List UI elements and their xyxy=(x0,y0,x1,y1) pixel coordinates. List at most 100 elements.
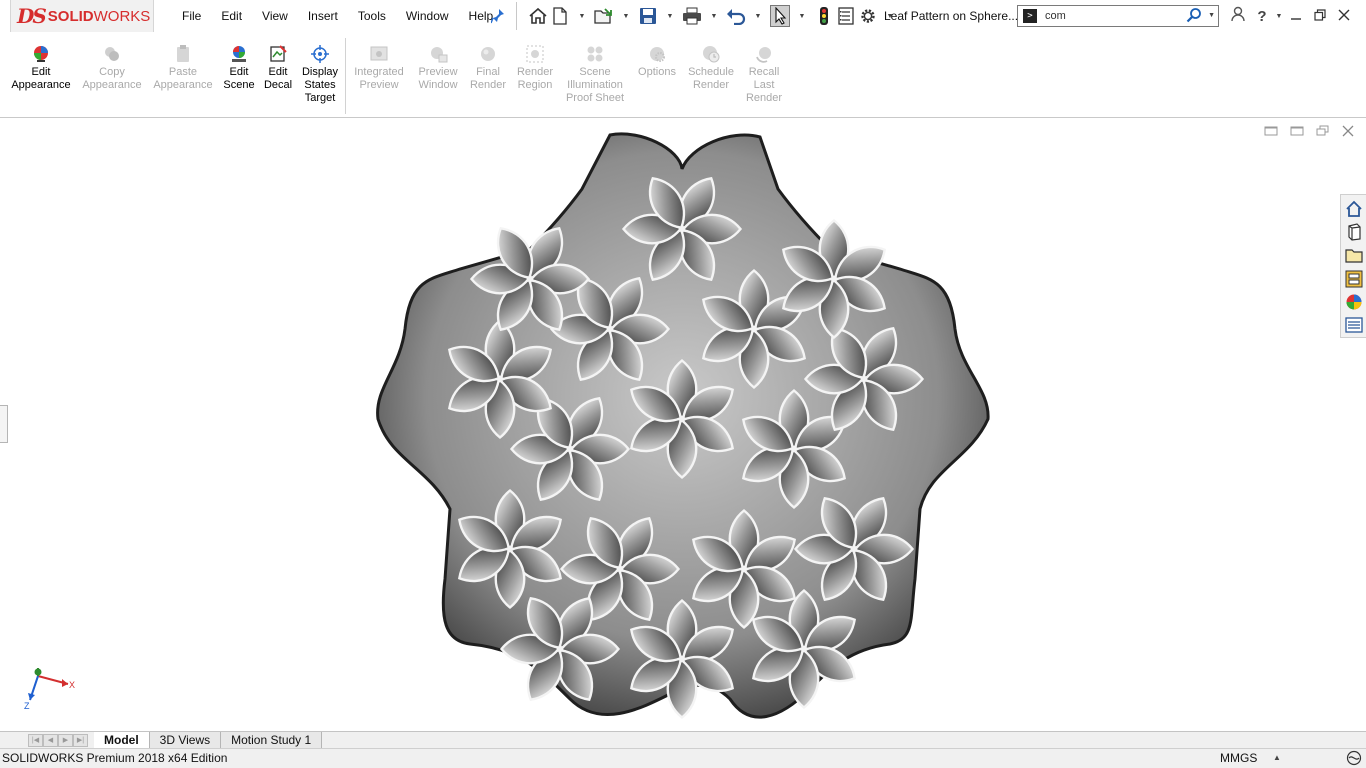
display-states-target-button[interactable]: Display States Target xyxy=(298,44,342,105)
design-library-icon[interactable] xyxy=(1343,221,1365,242)
save-icon[interactable] xyxy=(638,5,658,27)
viewport-close-icon[interactable] xyxy=(1342,125,1354,140)
restore-icon[interactable] xyxy=(1308,8,1332,25)
chevron-down-icon[interactable]: ▼ xyxy=(616,5,636,27)
select-icon[interactable] xyxy=(770,5,790,27)
chevron-down-icon[interactable]: ▼ xyxy=(1274,13,1284,20)
appearances-scenes-decals-icon[interactable] xyxy=(1343,291,1365,312)
quick-access-toolbar: ▼ ▼ ▼ ▼ ▼ ▼ ▼ xyxy=(528,4,900,28)
task-pane xyxy=(1340,194,1366,338)
schedule-render-icon xyxy=(701,44,721,64)
preview-window-icon xyxy=(428,44,448,64)
last-tab-icon[interactable]: ▶| xyxy=(73,734,88,747)
copy-appearance-button: Copy Appearance xyxy=(80,44,144,92)
target-icon xyxy=(310,44,330,64)
help-icon[interactable]: ? xyxy=(1250,8,1274,25)
menu-window[interactable]: Window xyxy=(396,0,459,32)
menu-bar: File Edit View Insert Tools Window Help xyxy=(172,0,503,32)
brand-name: SOLIDWORKS xyxy=(47,7,151,25)
search-input[interactable] xyxy=(1045,7,1185,25)
ds-logo-mark: DS xyxy=(17,4,47,28)
open-icon[interactable] xyxy=(594,5,614,27)
graphics-area[interactable]: X Z xyxy=(0,119,1366,731)
render-region-icon xyxy=(525,44,545,64)
render-region-button: Render Region xyxy=(512,44,558,92)
triad-z-label: Z xyxy=(24,701,30,711)
chevron-down-icon[interactable]: ▼ xyxy=(792,5,812,27)
file-properties-icon[interactable] xyxy=(836,5,856,27)
tabs: Model 3D Views Motion Study 1 xyxy=(94,732,323,749)
menu-edit[interactable]: Edit xyxy=(211,0,252,32)
chevron-down-icon[interactable]: ▼ xyxy=(660,5,680,27)
chevron-down-icon[interactable]: ▼ xyxy=(1208,12,1215,19)
file-explorer-icon[interactable] xyxy=(1343,245,1365,266)
final-render-button: Final Render xyxy=(468,44,508,92)
chevron-up-icon[interactable]: ▲ xyxy=(1273,753,1281,762)
previous-tab-icon[interactable]: ◀ xyxy=(43,734,58,747)
tab-navigation: |◀ ◀ ▶ ▶| xyxy=(28,734,88,747)
pin-menu-icon[interactable] xyxy=(490,8,505,24)
home-icon[interactable] xyxy=(528,5,548,27)
edition-status-text: SOLIDWORKS Premium 2018 x64 Edition xyxy=(2,751,228,765)
solidworks-resources-icon[interactable] xyxy=(1343,198,1365,219)
render-tools-ribbon: Edit Appearance Copy Appearance Paste Appea… xyxy=(0,32,1366,118)
proof-sheet-icon xyxy=(585,44,605,64)
toolbar-separator xyxy=(516,2,517,30)
recall-last-render-icon xyxy=(754,44,774,64)
edit-scene-button[interactable]: Edit Scene xyxy=(220,44,258,92)
split-viewport-icon[interactable] xyxy=(1290,125,1304,140)
integrated-preview-button: Integrated Preview xyxy=(350,44,408,92)
menu-file[interactable]: File xyxy=(172,0,211,32)
recall-last-render-button: Recall Last Render xyxy=(742,44,786,105)
tab-model[interactable]: Model xyxy=(94,732,150,749)
solidworks-logo[interactable]: DS SOLIDWORKS xyxy=(10,0,154,33)
copy-appearance-icon xyxy=(102,44,122,64)
view-palette-icon[interactable] xyxy=(1343,268,1365,289)
tab-motion-study-1[interactable]: Motion Study 1 xyxy=(221,732,323,749)
tab-3d-views[interactable]: 3D Views xyxy=(149,732,222,749)
edit-appearance-button[interactable]: Edit Appearance xyxy=(8,44,74,92)
search-commands-box[interactable]: > ▼ xyxy=(1017,5,1219,27)
close-icon[interactable] xyxy=(1332,8,1356,25)
viewport-restore-icon[interactable] xyxy=(1316,125,1330,140)
menu-insert[interactable]: Insert xyxy=(298,0,348,32)
paste-appearance-button: Paste Appearance xyxy=(151,44,215,92)
edit-scene-icon xyxy=(229,44,249,64)
leaf-pattern-sphere-model[interactable] xyxy=(370,129,994,723)
menu-view[interactable]: View xyxy=(252,0,298,32)
preview-window-button: Preview Window xyxy=(412,44,464,92)
chevron-down-icon[interactable]: ▼ xyxy=(748,5,768,27)
reference-triad: X Z xyxy=(24,668,75,711)
rebuild-status-icon[interactable] xyxy=(1346,750,1362,768)
print-icon[interactable] xyxy=(682,5,702,27)
new-document-icon[interactable] xyxy=(550,5,570,27)
chevron-down-icon[interactable]: ▼ xyxy=(704,5,724,27)
undo-icon[interactable] xyxy=(726,5,746,27)
first-tab-icon[interactable]: |◀ xyxy=(28,734,43,747)
rebuild-traffic-light-icon[interactable] xyxy=(814,5,834,27)
appearance-ball-icon xyxy=(31,44,51,64)
custom-properties-icon[interactable] xyxy=(1343,315,1365,336)
schedule-render-button: Schedule Render xyxy=(686,44,736,92)
window-controls: ? ▼ xyxy=(1226,0,1356,32)
integrated-preview-icon xyxy=(369,44,389,64)
tile-viewport-icon[interactable] xyxy=(1264,125,1278,140)
options-gear-icon[interactable] xyxy=(858,5,878,27)
triad-x-label: X xyxy=(69,680,75,690)
menu-tools[interactable]: Tools xyxy=(348,0,396,32)
feature-manager-expand-handle[interactable] xyxy=(0,405,8,443)
minimize-icon[interactable] xyxy=(1284,8,1308,25)
user-account-icon[interactable] xyxy=(1226,6,1250,26)
search-icon[interactable] xyxy=(1186,7,1202,27)
next-tab-icon[interactable]: ▶ xyxy=(58,734,73,747)
command-search-icon[interactable]: > xyxy=(1023,9,1037,23)
paste-appearance-icon xyxy=(173,44,193,64)
scene-illumination-proof-sheet-button: Scene Illumination Proof Sheet xyxy=(562,44,628,105)
edit-decal-button[interactable]: Edit Decal xyxy=(261,44,295,92)
document-title: Leaf Pattern on Sphere... xyxy=(884,9,1019,23)
chevron-down-icon[interactable]: ▼ xyxy=(572,5,592,27)
unit-system-selector[interactable]: MMGS xyxy=(1220,751,1257,765)
ribbon-separator xyxy=(345,38,346,114)
final-render-icon xyxy=(478,44,498,64)
status-bar: SOLIDWORKS Premium 2018 x64 Edition MMGS… xyxy=(0,748,1366,768)
